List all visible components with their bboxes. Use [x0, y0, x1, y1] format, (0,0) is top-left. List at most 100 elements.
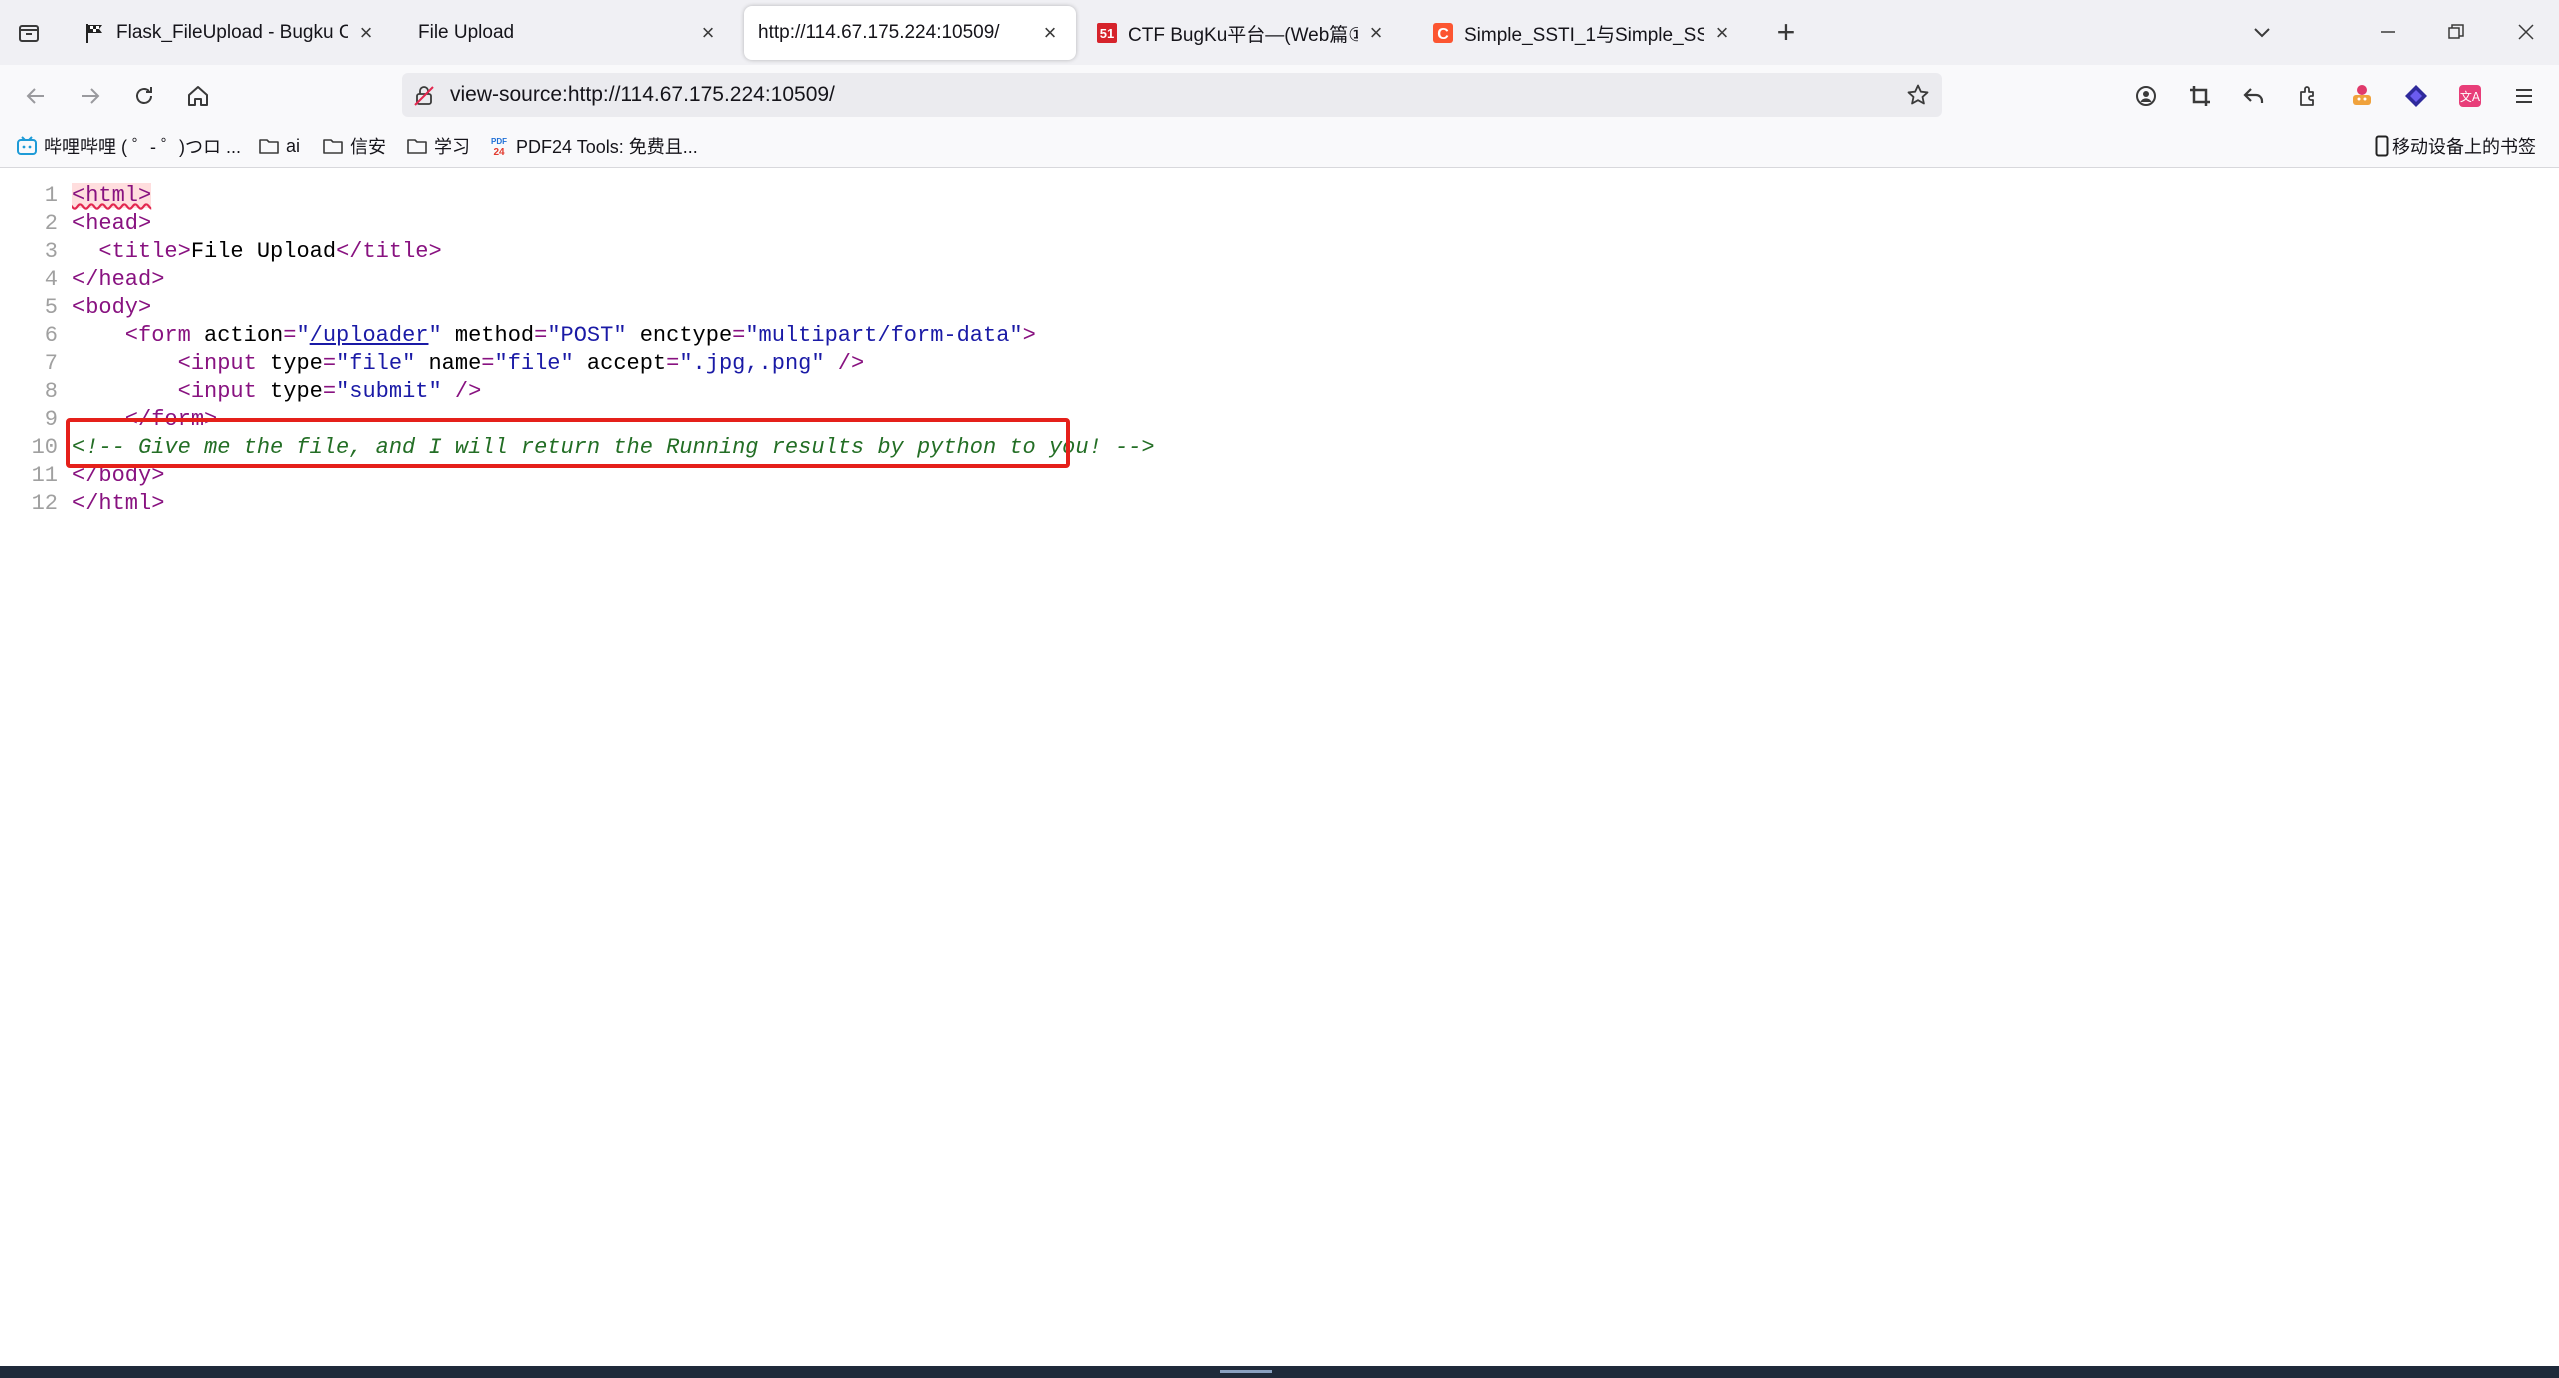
svg-text:24: 24	[493, 147, 505, 157]
bookmark-folder-xuexi[interactable]: 学习	[406, 133, 470, 159]
address-url[interactable]: view-source:http://114.67.175.224:10509/	[450, 83, 835, 107]
menu-icon[interactable]	[2508, 80, 2540, 112]
line-number: 8	[44, 379, 58, 404]
line-number: 12	[31, 491, 58, 516]
tab-title: File Upload	[418, 22, 515, 43]
folder-icon	[406, 135, 428, 157]
line-number: 3	[44, 239, 58, 264]
close-window-button[interactable]	[2506, 14, 2546, 50]
source-line: 8 <input type="submit" />	[0, 378, 2559, 406]
line-code: <input type="file" name="file" accept=".…	[72, 350, 865, 378]
tab-file-upload[interactable]: File Upload ×	[404, 6, 734, 60]
svg-text:PDF: PDF	[491, 137, 507, 146]
line-code: <title>File Upload</title>	[72, 238, 441, 266]
bookmark-mobile[interactable]: 移动设备上的书签	[2374, 133, 2536, 159]
line-code: </html>	[72, 490, 164, 518]
close-tab-icon[interactable]: ×	[1038, 20, 1062, 45]
tab-strip: Flask_FileUpload - Bugku CTF × File Uplo…	[0, 0, 2559, 65]
source-token: />	[454, 379, 482, 404]
source-token: <body>	[72, 295, 152, 320]
source-token: File Upload	[190, 239, 337, 264]
source-line: 4 </head>	[0, 266, 2559, 294]
tab-flask-fileupload[interactable]: Flask_FileUpload - Bugku CTF ×	[70, 6, 392, 60]
source-token: "	[296, 323, 310, 348]
bilibili-icon	[16, 135, 38, 157]
tab-title: Flask_FileUpload - Bugku CTF	[116, 22, 348, 43]
home-icon[interactable]	[180, 78, 216, 114]
highlight-annotation-box	[66, 418, 1070, 468]
undo-close-tab-icon[interactable]	[2238, 80, 2270, 112]
tab-simple-ssti[interactable]: C Simple_SSTI_1与Simple_SSTI ×	[1418, 6, 1748, 60]
close-tab-icon[interactable]: ×	[1364, 20, 1388, 45]
bookmark-label: 信安	[350, 137, 386, 157]
back-arrow-icon[interactable]	[18, 78, 54, 114]
navigation-toolbar: view-source:http://114.67.175.224:10509/…	[0, 65, 2559, 125]
source-token: "	[428, 323, 455, 348]
source-token: method	[454, 323, 535, 348]
folder-icon	[322, 135, 344, 157]
restore-button[interactable]	[2436, 14, 2476, 50]
bookmark-label: PDF24 Tools: 免费且...	[516, 137, 698, 157]
source-token: =	[283, 323, 297, 348]
bookmark-folder-ai[interactable]: ai	[258, 133, 300, 159]
source-token: =	[481, 351, 495, 376]
pdf24-icon: PDF 24	[488, 135, 510, 157]
source-token: "POST"	[547, 323, 640, 348]
source-token: <form	[72, 323, 205, 348]
layers-extension-icon[interactable]	[2400, 80, 2432, 112]
line-number: 1	[44, 183, 58, 208]
bookmark-pdf24[interactable]: PDF 24 PDF24 Tools: 免费且...	[488, 133, 698, 159]
source-token: type	[270, 351, 323, 376]
source-token: enctype	[639, 323, 733, 348]
line-number: 4	[44, 267, 58, 292]
source-line: 3 <title>File Upload</title>	[0, 238, 2559, 266]
source-token: =	[322, 379, 337, 404]
account-icon[interactable]	[2130, 80, 2162, 112]
os-taskbar	[0, 1366, 2559, 1378]
line-number: 7	[44, 351, 58, 376]
character-extension-icon[interactable]	[2346, 80, 2378, 112]
tab-ctf-bugku[interactable]: 51 CTF BugKu平台—(Web篇①) ×	[1082, 6, 1402, 60]
line-code: <head>	[72, 210, 151, 238]
line-code: <html>	[72, 182, 152, 210]
source-token: =	[732, 323, 746, 348]
forward-arrow-icon[interactable]	[72, 78, 108, 114]
source-token: =	[322, 351, 337, 376]
bookmark-star-icon[interactable]	[1904, 81, 1932, 109]
source-token: "file"	[336, 351, 429, 376]
screenshot-crop-icon[interactable]	[2184, 80, 2216, 112]
line-number: 9	[44, 407, 58, 432]
line-code: <input type="submit" />	[72, 378, 482, 406]
minimize-button[interactable]	[2368, 14, 2408, 50]
extensions-icon[interactable]	[2292, 80, 2324, 112]
source-token: "multipart/form-data"	[745, 323, 1023, 348]
source-token: "file"	[494, 351, 587, 376]
source-link[interactable]: /uploader	[310, 323, 429, 348]
source-token: =	[534, 323, 548, 348]
source-token: <input	[72, 379, 271, 404]
reload-icon[interactable]	[126, 78, 162, 114]
line-code: <body>	[72, 294, 151, 322]
close-tab-icon[interactable]: ×	[354, 20, 378, 45]
source-token: action	[204, 323, 284, 348]
flag-icon	[84, 22, 106, 44]
tab-title: Simple_SSTI_1与Simple_SSTI	[1464, 24, 1704, 46]
tab-list-icon[interactable]	[14, 18, 44, 48]
tab-view-source[interactable]: http://114.67.175.224:10509/ ×	[744, 6, 1076, 60]
insecure-lock-icon[interactable]	[410, 81, 438, 109]
chevron-down-icon[interactable]	[2242, 14, 2282, 50]
bookmarks-toolbar: 哔哩哔哩 ( ゜- ゜)つロ ... ai 信安 学习 PDF 24 PDF24 …	[0, 125, 2559, 168]
close-tab-icon[interactable]: ×	[1710, 20, 1734, 45]
close-tab-icon[interactable]: ×	[696, 20, 720, 45]
bookmark-label: ai	[286, 135, 301, 156]
bookmark-bilibili[interactable]: 哔哩哔哩 ( ゜- ゜)つロ ...	[16, 133, 241, 159]
bookmark-label: 学习	[434, 137, 470, 157]
new-tab-button[interactable]: +	[1768, 14, 1804, 50]
source-token: </head>	[72, 267, 165, 292]
translate-extension-icon[interactable]: 文A	[2454, 80, 2486, 112]
source-token: </html>	[72, 491, 165, 516]
source-line: 1 <html>	[0, 182, 2559, 210]
line-number: 6	[44, 323, 58, 348]
address-bar[interactable]: view-source:http://114.67.175.224:10509/	[402, 73, 1942, 117]
bookmark-folder-xinan[interactable]: 信安	[322, 133, 386, 159]
